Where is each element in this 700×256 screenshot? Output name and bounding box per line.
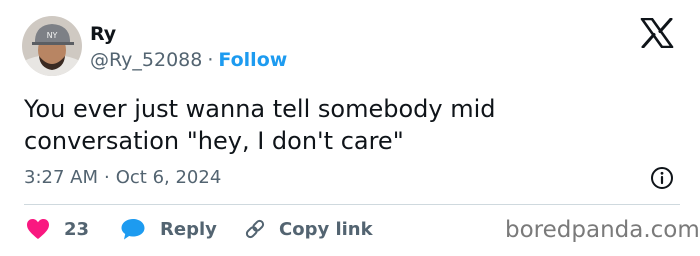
- reply-button[interactable]: Reply: [120, 216, 217, 242]
- copy-link-button[interactable]: Copy link: [243, 216, 373, 242]
- info-circle-icon[interactable]: [650, 166, 674, 190]
- link-icon: [243, 217, 267, 241]
- tweet-timestamp[interactable]: 3:27 AM · Oct 6, 2024: [24, 166, 221, 190]
- timestamp-separator: ·: [104, 167, 110, 188]
- like-button[interactable]: 23: [26, 216, 89, 242]
- handle-separator: ·: [207, 49, 214, 71]
- copy-link-label: Copy link: [279, 218, 373, 240]
- speech-bubble-icon: [120, 217, 146, 241]
- tweet-date: Oct 6, 2024: [115, 167, 222, 188]
- watermark: boredpanda.com: [505, 217, 700, 243]
- avatar[interactable]: NY: [22, 16, 82, 76]
- tweet-text: You ever just wanna tell somebody mid co…: [24, 95, 496, 155]
- reply-label: Reply: [160, 218, 217, 240]
- divider: [24, 204, 680, 205]
- follow-button[interactable]: Follow: [218, 49, 287, 71]
- svg-text:NY: NY: [47, 31, 58, 40]
- author-handle[interactable]: @Ry_52088: [90, 49, 202, 71]
- like-count: 23: [64, 218, 90, 240]
- x-logo-icon[interactable]: [640, 17, 674, 49]
- tweet-time: 3:27 AM: [24, 167, 98, 188]
- author-handle-line: @Ry_52088 · Follow: [90, 48, 287, 72]
- display-name[interactable]: Ry: [90, 22, 116, 46]
- heart-icon: [26, 218, 50, 240]
